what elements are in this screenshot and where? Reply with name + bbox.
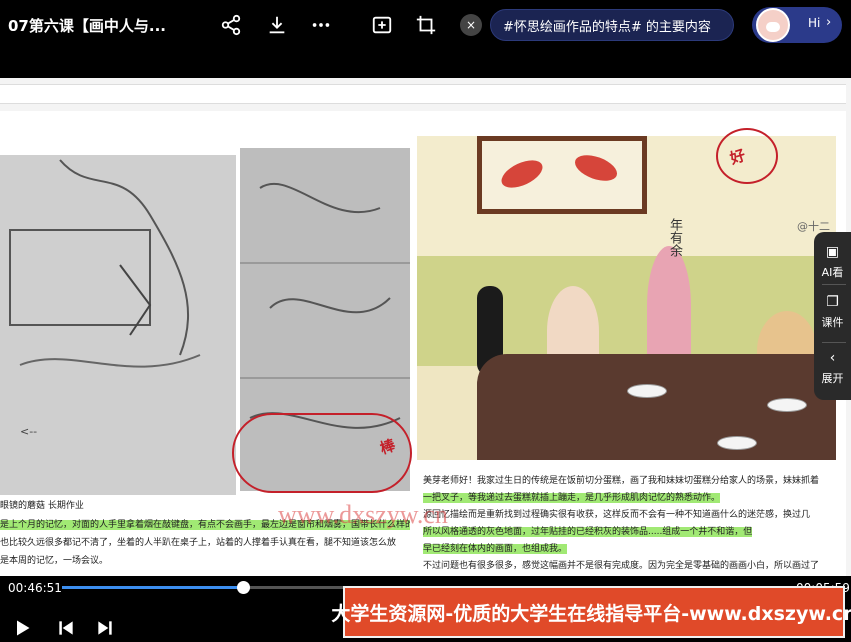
more-icon[interactable] (308, 12, 334, 38)
video-title: 07第六课【画中人与... (8, 17, 166, 35)
ai-assistant-button[interactable]: Hi › (752, 7, 842, 43)
progress-played (62, 586, 244, 589)
right-paragraph-line: 美芽老师好！我家过生日的传统是在饭前切分蛋糕，画了我和妹妹切蛋糕分给家人的场景，… (423, 476, 820, 486)
right-paragraph-line: 早已经刻在体内的画面，也组成我。 (423, 544, 568, 554)
screen-cast-icon[interactable] (369, 12, 395, 38)
left-caption: 也比较久远很多都记不清了，坐着的人半趴在桌子上，站着的人撑着手认真在看，腿不知道… (0, 538, 397, 548)
previous-button[interactable] (56, 618, 78, 640)
svg-text:<--: <-- (20, 425, 37, 438)
left-caption: 是本周的记忆，一场会议。 (0, 556, 109, 566)
color-painting (417, 136, 836, 460)
avatar (756, 8, 790, 42)
ai-question-chip[interactable]: #怀思绘画作品的特点# 的主要内容 (490, 9, 734, 41)
pencil-sketch-left: <-- (0, 155, 236, 495)
download-icon[interactable] (264, 12, 290, 38)
hi-label: Hi (808, 16, 821, 30)
side-panel: ▣ AI看 ❐ 课件 ‹ 展开 (814, 232, 851, 400)
share-icon[interactable] (218, 12, 244, 38)
site-banner[interactable]: 大学生资源网-优质的大学生在线指导平台-www.dxszyw.cn (331, 586, 851, 638)
current-time: 00:46:51 (8, 581, 62, 595)
right-paragraph-line: 一把叉子，等我递过去蛋糕就插上蹦走，是几乎形成肌肉记忆的熟悉动作。 (423, 493, 721, 503)
ai-icon: ▣ (825, 244, 840, 260)
next-button[interactable] (95, 618, 117, 640)
ai-watch-button[interactable]: ▣ AI看 (814, 244, 851, 280)
skip-next-icon (98, 621, 112, 635)
play-button[interactable] (12, 618, 34, 640)
chevron-left-icon: ‹ (829, 350, 836, 366)
right-paragraph-line: 不过问题也有很多很多，感觉这幅画并不是很有完成度。因为完全是零基础的画画小白，所… (423, 561, 820, 571)
close-icon[interactable]: × (460, 14, 482, 36)
crop-icon[interactable] (413, 12, 439, 38)
progress-thumb[interactable] (237, 581, 251, 594)
courseware-button[interactable]: ❐ 课件 (814, 294, 851, 330)
top-bar: 07第六课【画中人与... × #怀思绘画作品的特点# 的主要内容 Hi › (0, 0, 851, 50)
slide-top-strip (0, 84, 846, 104)
painting-inscription: 年有余 (667, 218, 682, 257)
right-paragraph-line: 源回忆描绘而是重新找到过程确实很有收获，这样反而不会有一种不知道画什么的迷茫感，… (423, 510, 811, 520)
skip-previous-icon (59, 621, 73, 635)
fish-picture-frame (477, 136, 647, 214)
person-standing (647, 246, 691, 366)
red-annotation-circle-good (716, 128, 778, 184)
left-caption: 眼镜的蘑菇 长期作业 (0, 501, 84, 511)
expand-button[interactable]: ‹ 展开 (814, 350, 851, 386)
site-watermark: www.dxszyw.cn (278, 500, 448, 529)
chevron-right-icon: › (826, 15, 832, 30)
play-icon (17, 620, 30, 636)
right-paragraph-line: 所以风格通透的灰色地面，过年贴挂的已经积灰的装饰品.....组成一个井不和谐，但 (423, 527, 753, 537)
courseware-icon: ❐ (826, 294, 839, 310)
